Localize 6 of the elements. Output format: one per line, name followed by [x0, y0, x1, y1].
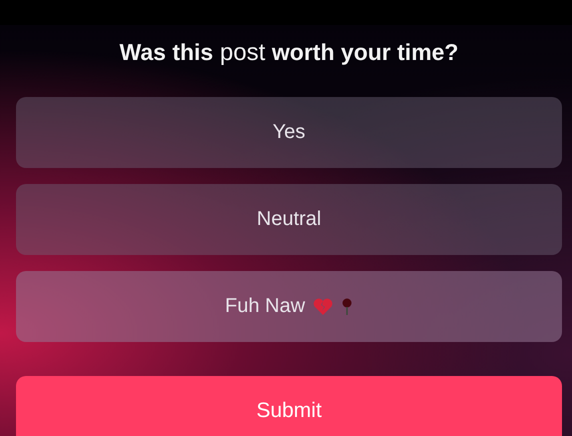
answer-option[interactable]: Yes — [16, 97, 562, 168]
answer-option[interactable]: Neutral — [16, 184, 562, 255]
survey-question: Was this post worth your time? — [120, 39, 458, 67]
rose-icon — [341, 298, 354, 316]
broken-heart-icon — [313, 298, 334, 316]
answer-option[interactable]: Fuh Naw — [16, 271, 562, 342]
